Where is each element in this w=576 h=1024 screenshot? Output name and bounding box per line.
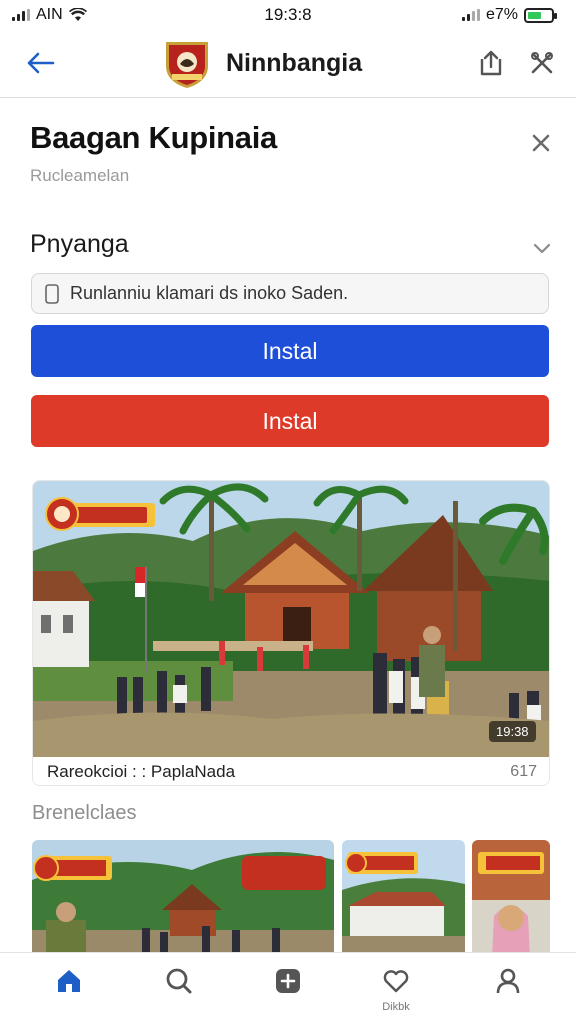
app-bar: Ninnbangia (0, 30, 576, 98)
thumbnail-image (472, 840, 550, 958)
featured-count: 617 (510, 763, 537, 780)
related-thumbnail[interactable] (32, 840, 334, 958)
related-title: Brenelclaes (32, 802, 137, 824)
status-bar: AIN 19:3:8 e7% (0, 0, 576, 30)
logo-emblem (166, 42, 208, 88)
search-field[interactable] (31, 273, 549, 314)
related-thumbnail[interactable] (472, 840, 550, 958)
bottom-nav: Dikbk (0, 952, 576, 1024)
page-subtitle: Rucleamelan (30, 166, 130, 185)
tools-icon (531, 52, 553, 74)
share-icon (480, 50, 502, 76)
thumbnail-image (342, 840, 465, 958)
section-toggle[interactable] (530, 236, 554, 260)
nav-profile-label: Dikbk (382, 1001, 410, 1013)
document-icon (45, 283, 59, 304)
nav-search[interactable] (157, 967, 201, 1019)
battery-icon (524, 7, 557, 23)
profile-icon (496, 968, 520, 994)
heart-icon (383, 970, 409, 993)
featured-caption-bar: Rareokcioi : : PaplaNada 617 (33, 757, 549, 785)
nav-add[interactable] (266, 967, 310, 1019)
close-icon (532, 134, 550, 152)
search-input[interactable] (70, 283, 530, 304)
featured-badge (45, 497, 155, 531)
share-button[interactable] (476, 46, 506, 80)
featured-duration: 19:38 (489, 721, 536, 742)
featured-caption: Rareokcioi : : PaplaNada (47, 762, 236, 781)
related-thumbnail[interactable] (342, 840, 465, 958)
install-button-primary[interactable]: Instal (31, 325, 549, 377)
add-icon (276, 969, 300, 993)
brand: Ninnbangia (160, 36, 362, 90)
signal-icon (12, 9, 30, 21)
home-icon (58, 970, 80, 992)
back-arrow-icon (27, 52, 55, 74)
nav-profile[interactable] (486, 967, 530, 1019)
section-title: Pnyanga (30, 230, 129, 258)
chevron-down-icon (533, 243, 551, 254)
back-button[interactable] (22, 48, 58, 78)
thumbnail-image (32, 840, 334, 958)
status-time: 19:3:8 (264, 5, 312, 24)
close-button[interactable] (528, 130, 554, 156)
signal-icon-right (461, 9, 480, 21)
carrier-text: AIN (36, 6, 63, 23)
featured-card[interactable]: 19:38 Rareokcioi : : PaplaNada 617 (32, 480, 550, 786)
status-left: AIN (12, 6, 87, 24)
brand-name: Ninnbangia (226, 48, 363, 77)
wifi-icon (68, 8, 87, 21)
tools-button[interactable] (526, 46, 558, 80)
nav-home[interactable] (47, 967, 91, 1019)
status-right: e7% (461, 6, 557, 24)
battery-text: e7% (485, 6, 518, 23)
search-icon (166, 968, 192, 994)
page-title: Baagan Kupinaia (30, 120, 277, 155)
install-button-secondary[interactable]: Instal (31, 395, 549, 447)
nav-favorites[interactable]: Dikbk (374, 967, 418, 1019)
